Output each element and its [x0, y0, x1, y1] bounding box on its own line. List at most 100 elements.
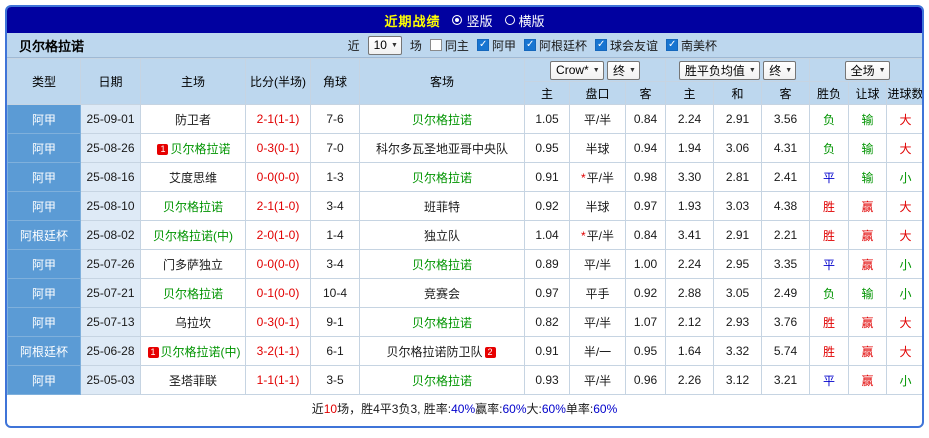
unit-label: 场 — [409, 38, 422, 53]
handicap-line-value: 半球 — [585, 141, 610, 156]
away-team-cell: 贝尔格拉诺 — [359, 104, 525, 134]
away-team-cell: 贝尔格拉诺 — [359, 162, 525, 192]
europe-lose-odds-cell: 3.35 — [761, 249, 811, 279]
radio-checked-icon[interactable] — [452, 15, 463, 25]
asia-home-odds-cell: 0.95 — [524, 133, 570, 163]
europe-odds-value: 胜平负均值 — [684, 63, 745, 78]
score-cell: 2-1(1-0) — [245, 191, 311, 221]
score-cell: 2-0(1-0) — [245, 220, 311, 250]
checkbox-checked-icon[interactable] — [523, 39, 536, 51]
red-card-badge: 2 — [484, 346, 496, 358]
home-team-name: 艾度思维 — [168, 170, 217, 185]
filter-checkbox-item-4[interactable]: 南美杯 — [665, 37, 717, 54]
league-type-cell: 阿根廷杯 — [7, 336, 81, 366]
filter-checkbox-item-1[interactable]: 阿甲 — [476, 37, 516, 54]
table-row: 阿甲 25-08-16 艾度思维 0-0(0-0) 1-3 贝尔格拉诺 0.91 *平/半 0.… — [7, 162, 922, 192]
europe-odds-select[interactable]: 胜平负均值 ▼ — [678, 60, 760, 80]
handicap-line-cell: 平/半 — [569, 249, 626, 279]
results-table: 类型 日期 主场 比分(半场) 角球 客场 Crow* ▼ 终 ▼ 胜平负均值 … — [7, 58, 922, 395]
asia-home-odds-cell: 0.91 — [524, 162, 570, 192]
league-type-cell: 阿根廷杯 — [7, 220, 81, 250]
match-date-cell: 25-08-26 — [80, 133, 141, 163]
league-type-cell: 阿甲 — [7, 191, 81, 221]
europe-draw-odds-cell: 2.91 — [713, 220, 763, 250]
filter-checkbox-item-3[interactable]: 球会友谊 — [594, 37, 658, 54]
europe-draw-odds-cell: 2.93 — [713, 307, 763, 337]
europe-draw-odds-cell: 2.95 — [713, 249, 763, 279]
title-bar: 近期战绩 竖版 横版 — [7, 7, 922, 33]
radio-vertical-layout[interactable]: 竖版 — [452, 11, 493, 30]
europe-draw-odds-cell: 3.32 — [713, 336, 763, 366]
radio-unchecked-icon[interactable] — [504, 15, 515, 25]
europe-win-odds-cell: 1.64 — [665, 336, 715, 366]
league-type-cell: 阿甲 — [7, 249, 81, 279]
league-type-cell: 阿甲 — [7, 365, 81, 395]
europe-lose-odds-cell: 4.38 — [761, 191, 811, 221]
home-team-cell: 1 贝尔格拉诺 — [140, 133, 246, 163]
asia-final-select[interactable]: 终 ▼ — [607, 60, 640, 80]
result-goals-cell: 大 — [886, 191, 922, 221]
asia-final-value: 终 — [613, 63, 626, 78]
home-team-cell: 贝尔格拉诺 — [140, 191, 246, 221]
handicap-line-cell: 平/半 — [569, 365, 626, 395]
europe-win-odds-cell: 2.24 — [665, 104, 715, 134]
score-cell: 3-2(1-1) — [245, 336, 311, 366]
away-team-cell: 科尔多瓦圣地亚哥中央队 — [359, 133, 525, 163]
header-row-groups: 类型 日期 主场 比分(半场) 角球 客场 Crow* ▼ 终 ▼ 胜平负均值 … — [7, 58, 922, 105]
result-goals-cell: 小 — [886, 365, 922, 395]
odds-changed-star: * — [580, 228, 586, 243]
corner-cell: 7-6 — [310, 104, 360, 134]
europe-win-odds-cell: 1.94 — [665, 133, 715, 163]
near-label: 近 — [347, 38, 360, 53]
result-handicap-cell: 输 — [848, 278, 888, 308]
corner-cell: 3-4 — [310, 191, 360, 221]
home-team-name: 圣塔菲联 — [168, 373, 217, 388]
table-row: 阿根廷杯 25-06-28 1 贝尔格拉诺(中) 3-2(1-1) 6-1 贝尔格拉诺防卫队… — [7, 336, 922, 366]
table-row: 阿甲 25-07-21 贝尔格拉诺 0-1(0-0) 10-4 竞赛会 0.97 平手 0.92… — [7, 278, 922, 308]
europe-final-select[interactable]: 终 ▼ — [763, 60, 797, 80]
match-date-cell: 25-05-03 — [80, 365, 141, 395]
summary-segment: 场，胜4平3负3, 胜率: — [337, 402, 452, 416]
checkbox-checked-icon[interactable] — [665, 39, 678, 51]
europe-lose-odds-cell: 3.56 — [761, 104, 811, 134]
table-row: 阿根廷杯 25-08-02 贝尔格拉诺(中) 2-0(1-0) 1-4 独立队 1.04 *平… — [7, 220, 922, 250]
europe-lose-odds-cell: 2.41 — [761, 162, 811, 192]
full-match-select[interactable]: 全场 ▼ — [844, 60, 890, 80]
checkbox-checked-icon[interactable] — [476, 39, 489, 51]
result-goals-cell: 大 — [886, 133, 922, 163]
handicap-line-value: 平/半 — [583, 112, 612, 127]
asia-home-odds-cell: 0.97 — [524, 278, 570, 308]
result-wdl-cell: 平 — [809, 249, 850, 279]
home-team-name: 贝尔格拉诺 — [162, 199, 223, 214]
summary-segment: 60% — [541, 401, 566, 416]
match-count-select[interactable]: 10 ▼ — [367, 35, 402, 55]
result-wdl-cell: 平 — [809, 162, 850, 192]
result-handicap-cell: 赢 — [848, 365, 888, 395]
home-team-cell: 门多萨独立 — [140, 249, 246, 279]
checkbox-unchecked-icon[interactable] — [429, 39, 442, 51]
corner-cell: 1-4 — [310, 220, 360, 250]
col-header-let-ball: 让球 — [848, 81, 888, 105]
home-team-cell: 贝尔格拉诺 — [140, 278, 246, 308]
home-team-name: 门多萨独立 — [162, 257, 223, 272]
results-table-body: 阿甲 25-09-01 防卫者 2-1(1-1) 7-6 贝尔格拉诺 1.05 平/半 0.84… — [7, 104, 922, 395]
away-team-name: 贝尔格拉诺 — [411, 170, 472, 185]
result-wdl-cell: 平 — [809, 365, 850, 395]
home-team-cell: 防卫者 — [140, 104, 246, 134]
filter-checkbox-item-0[interactable]: 同主 — [429, 37, 469, 54]
odds-company-select[interactable]: Crow* ▼ — [550, 60, 604, 80]
away-team-name: 贝尔格拉诺 — [411, 373, 472, 388]
europe-win-odds-cell: 3.30 — [665, 162, 715, 192]
chevron-down-icon: ▼ — [390, 41, 398, 49]
home-team-name: 乌拉坎 — [174, 315, 211, 330]
corner-cell: 7-0 — [310, 133, 360, 163]
league-type-cell: 阿甲 — [7, 307, 81, 337]
checkbox-checked-icon[interactable] — [594, 39, 607, 51]
league-type-cell: 阿甲 — [7, 104, 81, 134]
home-team-name: 贝尔格拉诺 — [162, 286, 223, 301]
home-team-cell: 贝尔格拉诺(中) — [140, 220, 246, 250]
radio-horizontal-layout[interactable]: 横版 — [504, 11, 545, 30]
filter-checkbox-item-2[interactable]: 阿根廷杯 — [523, 37, 587, 54]
match-date-cell: 25-08-10 — [80, 191, 141, 221]
away-team-name: 贝尔格拉诺 — [411, 257, 472, 272]
